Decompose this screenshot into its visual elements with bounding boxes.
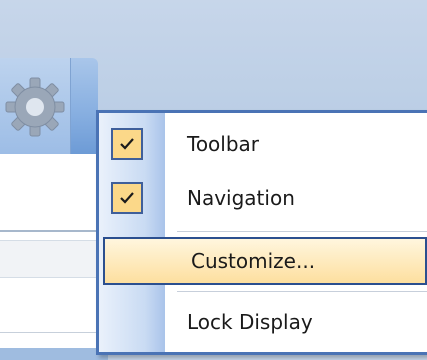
menu-item-toolbar[interactable]: Toolbar xyxy=(99,120,427,168)
menu-item-customize[interactable]: Customize... xyxy=(103,237,427,285)
checkmark-icon xyxy=(120,192,134,204)
context-menu: Toolbar Navigation Customize... Lock Dis… xyxy=(96,110,427,355)
toolbar-check xyxy=(111,128,143,160)
status-strip xyxy=(0,348,108,360)
navigation-check xyxy=(111,182,143,214)
settings-toolbar-button[interactable] xyxy=(0,58,98,207)
menu-item-label: Toolbar xyxy=(187,132,260,156)
content-area xyxy=(0,154,108,360)
settings-button-main[interactable] xyxy=(0,58,71,154)
checkmark-icon xyxy=(120,138,134,150)
divider xyxy=(0,332,108,333)
menu-item-navigation[interactable]: Navigation xyxy=(99,174,427,222)
gear-icon xyxy=(5,77,65,137)
input-strip[interactable] xyxy=(0,240,108,278)
menu-item-label: Navigation xyxy=(187,186,295,210)
divider xyxy=(0,230,108,232)
menu-item-lock-display[interactable]: Lock Display xyxy=(99,298,427,346)
menu-separator xyxy=(177,291,427,292)
menu-item-label: Customize... xyxy=(191,249,316,273)
menu-item-label: Lock Display xyxy=(187,310,313,334)
menu-separator xyxy=(177,231,427,232)
